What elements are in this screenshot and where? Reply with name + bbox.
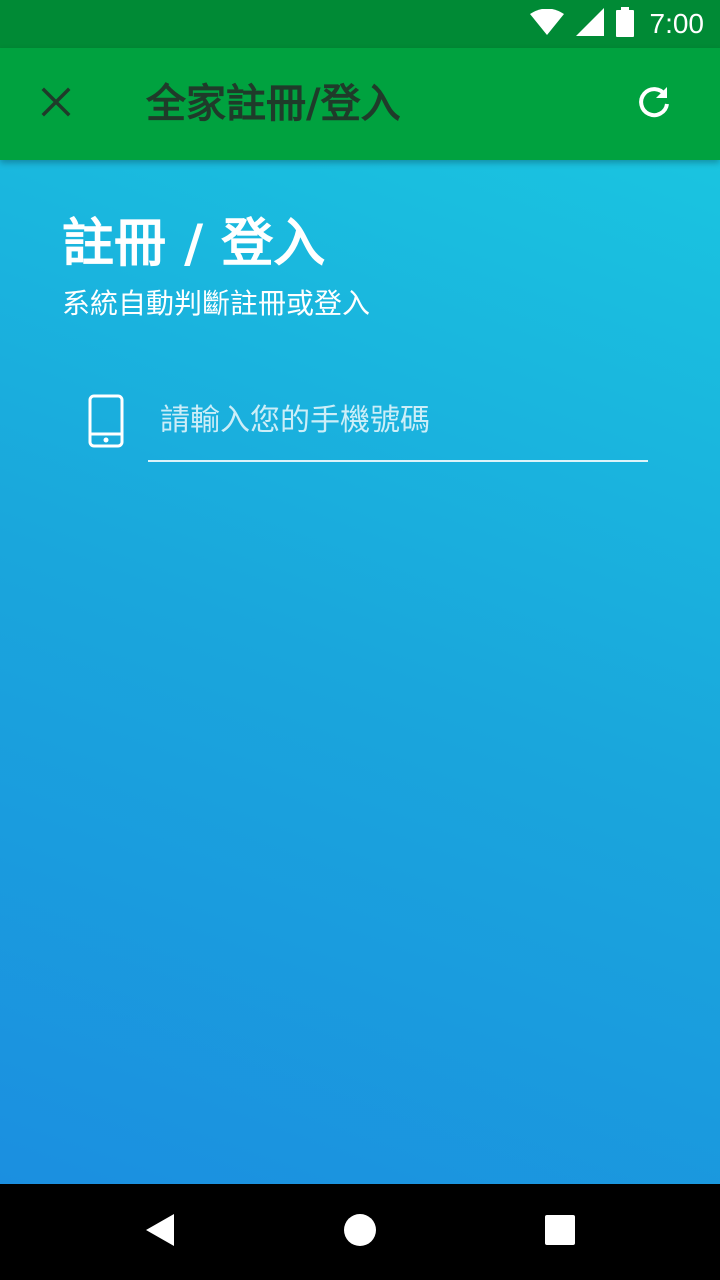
signal-icon: [575, 8, 604, 40]
app-bar: 全家註冊/登入: [0, 48, 720, 160]
screen: 7:00 全家註冊/登入 註冊 / 登入 系統自動判斷註冊或登入: [0, 0, 720, 1280]
battery-icon: [615, 7, 634, 41]
status-time: 7:00: [649, 8, 705, 39]
back-button[interactable]: [128, 1200, 192, 1264]
phone-number-field: [148, 392, 648, 462]
page-title: 註冊 / 登入: [62, 214, 326, 274]
smartphone-icon: [88, 394, 124, 452]
phone-number-input[interactable]: [148, 392, 648, 448]
main-content: 註冊 / 登入 系統自動判斷註冊或登入: [0, 160, 720, 1184]
close-button[interactable]: [24, 76, 88, 132]
home-button[interactable]: [328, 1200, 392, 1264]
refresh-icon: [636, 84, 672, 124]
refresh-button[interactable]: [628, 78, 680, 130]
wifi-icon: [529, 8, 564, 39]
status-icons: 7:00: [529, 0, 705, 48]
home-icon: [343, 1213, 377, 1251]
back-icon: [144, 1212, 176, 1252]
system-nav-bar: [0, 1184, 720, 1280]
close-icon: [41, 87, 71, 121]
recents-button[interactable]: [528, 1200, 592, 1264]
app-bar-title: 全家註冊/登入: [146, 81, 401, 127]
status-bar: 7:00: [0, 0, 720, 48]
recents-icon: [544, 1214, 576, 1250]
page-subtitle: 系統自動判斷註冊或登入: [62, 287, 371, 320]
